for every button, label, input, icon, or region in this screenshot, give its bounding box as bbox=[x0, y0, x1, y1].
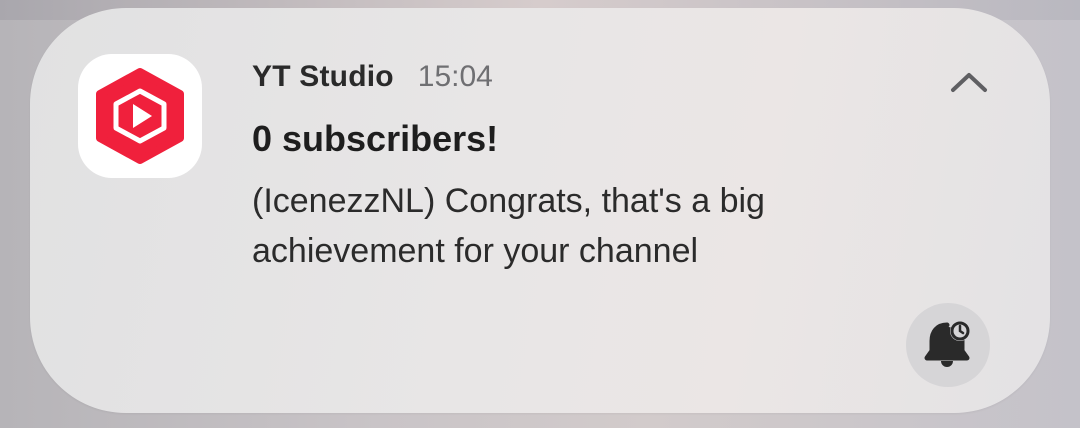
notification-body: (IcenezzNL) Congrats, that's a big achie… bbox=[252, 182, 765, 270]
notification-time: 15:04 bbox=[417, 60, 493, 93]
notification-header: YT Studio 15:04 bbox=[252, 60, 493, 94]
bell-snooze-icon bbox=[924, 321, 970, 367]
notification-title: 0 subscribers! bbox=[252, 118, 499, 159]
notification-card[interactable]: YT Studio 15:04 0 subscribers! (IcenezzN… bbox=[30, 8, 1050, 413]
snooze-button[interactable] bbox=[906, 303, 990, 387]
app-name: YT Studio bbox=[252, 60, 394, 93]
chevron-up-icon bbox=[951, 73, 987, 92]
yt-studio-icon bbox=[78, 54, 202, 178]
collapse-button[interactable] bbox=[940, 60, 998, 104]
